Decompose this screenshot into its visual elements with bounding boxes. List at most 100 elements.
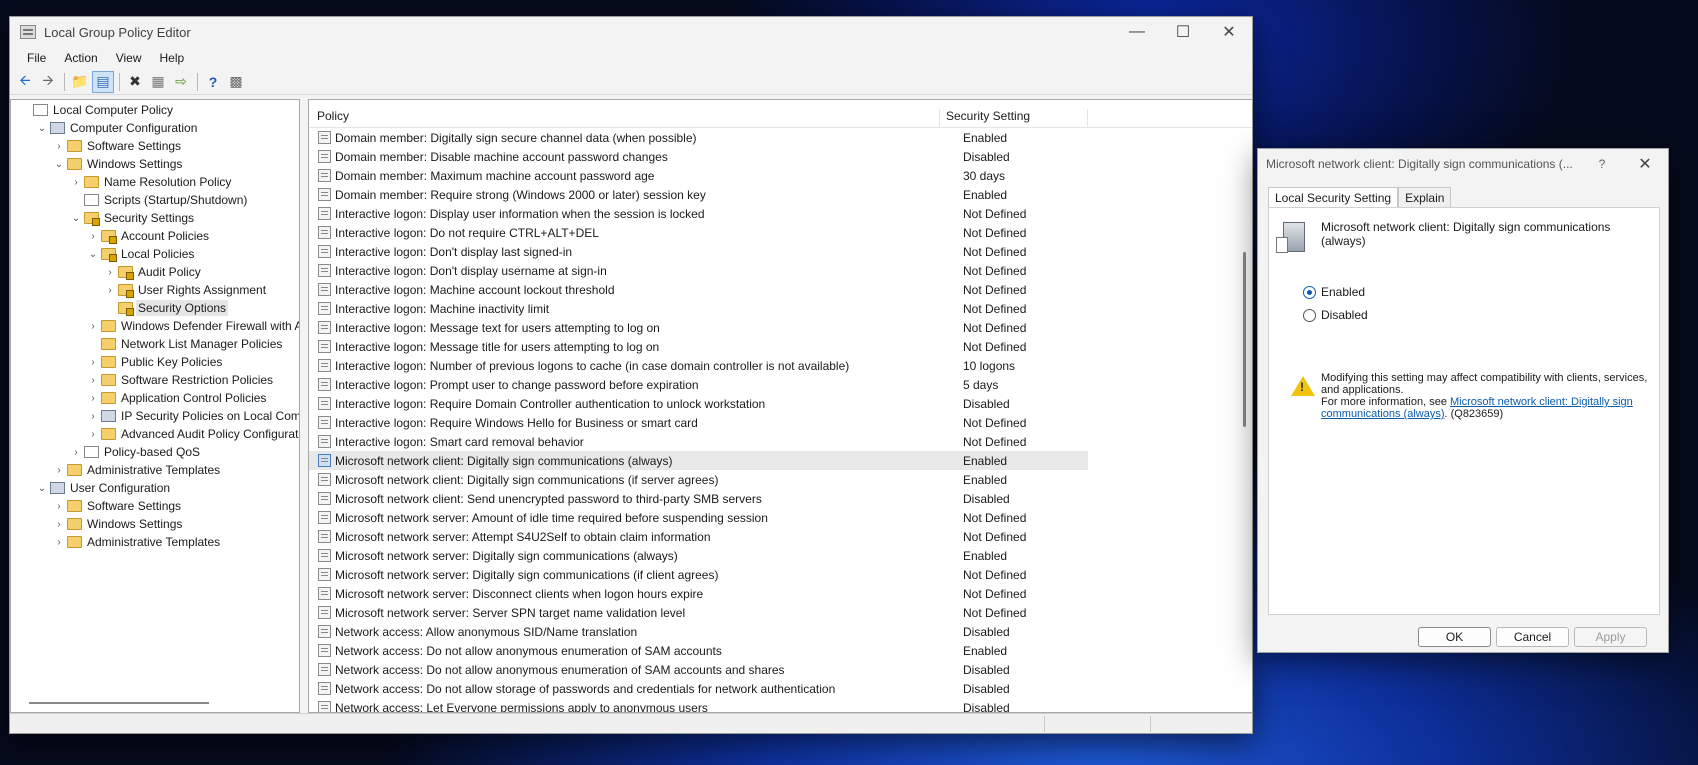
table-row[interactable]: Interactive logon: Machine account locko… xyxy=(309,280,1088,299)
dialog-help-button[interactable]: ? xyxy=(1582,157,1622,171)
radio-disabled[interactable]: Disabled xyxy=(1303,308,1368,322)
tree-item[interactable]: Network List Manager Policies xyxy=(11,335,299,353)
chevron-right-icon[interactable]: › xyxy=(53,501,65,512)
tab-local-security-setting[interactable]: Local Security Setting xyxy=(1268,187,1399,208)
tree-item[interactable]: › Audit Policy xyxy=(11,263,299,281)
table-row[interactable]: Domain member: Disable machine account p… xyxy=(309,147,1088,166)
radio-enabled[interactable]: Enabled xyxy=(1303,285,1365,299)
radio-disabled-button[interactable] xyxy=(1303,308,1316,322)
dialog-close-button[interactable]: ✕ xyxy=(1622,154,1668,174)
back-arrow-icon[interactable]: 🡨 xyxy=(14,71,36,93)
up-folder-icon[interactable]: 📁 xyxy=(69,71,91,93)
chevron-right-icon[interactable]: › xyxy=(53,141,65,152)
tree-item[interactable]: Local Computer Policy xyxy=(11,101,299,119)
tree-item[interactable]: › Account Policies xyxy=(11,227,299,245)
table-row[interactable]: Microsoft network server: Amount of idle… xyxy=(309,508,1088,527)
table-row[interactable]: Microsoft network client: Send unencrypt… xyxy=(309,489,1088,508)
table-row[interactable]: Interactive logon: Display user informat… xyxy=(309,204,1088,223)
table-row[interactable]: Interactive logon: Message title for use… xyxy=(309,337,1088,356)
help-icon[interactable]: ? xyxy=(202,71,224,93)
chevron-right-icon[interactable]: › xyxy=(87,429,99,440)
table-row[interactable]: Domain member: Maximum machine account p… xyxy=(309,166,1088,185)
radio-enabled-button[interactable] xyxy=(1303,285,1316,299)
export-list-icon[interactable]: ⇨ xyxy=(170,71,192,93)
tree-item[interactable]: › Software Settings xyxy=(11,497,299,515)
tree-item[interactable]: › Advanced Audit Policy Configuratio xyxy=(11,425,299,443)
chevron-right-icon[interactable]: › xyxy=(70,177,82,188)
tree-item[interactable]: ⌄ User Configuration xyxy=(11,479,299,497)
apply-button[interactable]: Apply xyxy=(1574,627,1647,647)
list-vertical-scrollbar[interactable] xyxy=(1243,252,1246,427)
table-row[interactable]: Microsoft network server: Disconnect cli… xyxy=(309,584,1088,603)
chevron-right-icon[interactable]: › xyxy=(53,465,65,476)
tree-item[interactable]: Security Options xyxy=(11,299,299,317)
properties-icon[interactable]: ▦ xyxy=(147,71,169,93)
table-row[interactable]: Domain member: Digitally sign secure cha… xyxy=(309,128,1088,147)
tree-item[interactable]: › Application Control Policies xyxy=(11,389,299,407)
table-row[interactable]: Microsoft network server: Digitally sign… xyxy=(309,546,1088,565)
chevron-down-icon[interactable]: ⌄ xyxy=(53,159,65,170)
chevron-right-icon[interactable]: › xyxy=(53,519,65,530)
policy-list[interactable]: ⌃ Policy Security Setting Domain member:… xyxy=(308,99,1252,713)
table-row[interactable]: Domain member: Require strong (Windows 2… xyxy=(309,185,1088,204)
table-row[interactable]: Interactive logon: Smart card removal be… xyxy=(309,432,1088,451)
table-row[interactable]: Interactive logon: Don't display last si… xyxy=(309,242,1088,261)
table-row[interactable]: Interactive logon: Prompt user to change… xyxy=(309,375,1088,394)
table-row[interactable]: Interactive logon: Do not require CTRL+A… xyxy=(309,223,1088,242)
title-bar[interactable]: Local Group Policy Editor — ☐ ✕ xyxy=(10,17,1252,47)
table-row[interactable]: Interactive logon: Number of previous lo… xyxy=(309,356,1088,375)
tab-explain[interactable]: Explain xyxy=(1398,187,1452,207)
tree-horizontal-scrollbar[interactable] xyxy=(29,702,209,704)
menu-action[interactable]: Action xyxy=(55,51,106,65)
ok-button[interactable]: OK xyxy=(1418,627,1491,647)
table-row[interactable]: Interactive logon: Require Windows Hello… xyxy=(309,413,1088,432)
tree-item[interactable]: › Software Restriction Policies xyxy=(11,371,299,389)
chevron-right-icon[interactable]: › xyxy=(87,375,99,386)
chevron-down-icon[interactable]: ⌄ xyxy=(36,123,48,134)
table-row[interactable]: Network access: Do not allow storage of … xyxy=(309,679,1088,698)
show-hide-tree-icon[interactable]: ▤ xyxy=(92,70,114,93)
minimize-button[interactable]: — xyxy=(1114,17,1160,47)
tree-item[interactable]: › Public Key Policies xyxy=(11,353,299,371)
table-row[interactable]: Interactive logon: Machine inactivity li… xyxy=(309,299,1088,318)
dialog-title-bar[interactable]: Microsoft network client: Digitally sign… xyxy=(1258,149,1668,179)
chevron-right-icon[interactable]: › xyxy=(87,411,99,422)
close-button[interactable]: ✕ xyxy=(1206,17,1252,47)
table-row[interactable]: Network access: Let Everyone permissions… xyxy=(309,698,1088,712)
chevron-down-icon[interactable]: ⌄ xyxy=(70,213,82,224)
table-row[interactable]: Microsoft network server: Attempt S4U2Se… xyxy=(309,527,1088,546)
chevron-down-icon[interactable]: ⌄ xyxy=(36,483,48,494)
maximize-button[interactable]: ☐ xyxy=(1160,17,1206,47)
tree-item[interactable]: Scripts (Startup/Shutdown) xyxy=(11,191,299,209)
table-row[interactable]: Network access: Allow anonymous SID/Name… xyxy=(309,622,1088,641)
cancel-button[interactable]: Cancel xyxy=(1496,627,1569,647)
menu-view[interactable]: View xyxy=(107,51,151,65)
chevron-right-icon[interactable]: › xyxy=(87,393,99,404)
tree-item[interactable]: › Software Settings xyxy=(11,137,299,155)
chevron-right-icon[interactable]: › xyxy=(104,285,116,296)
tree-item[interactable]: ⌄ Windows Settings xyxy=(11,155,299,173)
tree-item[interactable]: › Administrative Templates xyxy=(11,461,299,479)
tree-item[interactable]: › Windows Defender Firewall with Ad xyxy=(11,317,299,335)
console-tree[interactable]: Local Computer Policy ⌄ Computer Configura… xyxy=(10,99,300,713)
tree-item[interactable]: › Windows Settings xyxy=(11,515,299,533)
tree-item[interactable]: › Administrative Templates xyxy=(11,533,299,551)
tree-item[interactable]: › User Rights Assignment xyxy=(11,281,299,299)
table-row[interactable]: Network access: Do not allow anonymous e… xyxy=(309,660,1088,679)
table-row[interactable]: Interactive logon: Don't display usernam… xyxy=(309,261,1088,280)
delete-icon[interactable]: ✖ xyxy=(124,71,146,93)
tree-item[interactable]: ⌄ Local Policies xyxy=(11,245,299,263)
chevron-down-icon[interactable]: ⌄ xyxy=(87,249,99,260)
tree-item[interactable]: ⌄ Computer Configuration xyxy=(11,119,299,137)
menu-help[interactable]: Help xyxy=(151,51,194,65)
table-row[interactable]: Microsoft network client: Digitally sign… xyxy=(309,470,1088,489)
forward-arrow-icon[interactable]: 🡪 xyxy=(37,71,59,93)
chevron-right-icon[interactable]: › xyxy=(104,267,116,278)
column-header-policy[interactable]: Policy xyxy=(309,109,940,127)
view-icon[interactable]: ▩ xyxy=(225,71,247,93)
chevron-right-icon[interactable]: › xyxy=(87,357,99,368)
chevron-right-icon[interactable]: › xyxy=(53,537,65,548)
column-header-security-setting[interactable]: Security Setting xyxy=(940,109,1088,127)
chevron-right-icon[interactable]: › xyxy=(70,447,82,458)
tree-item[interactable]: › Name Resolution Policy xyxy=(11,173,299,191)
